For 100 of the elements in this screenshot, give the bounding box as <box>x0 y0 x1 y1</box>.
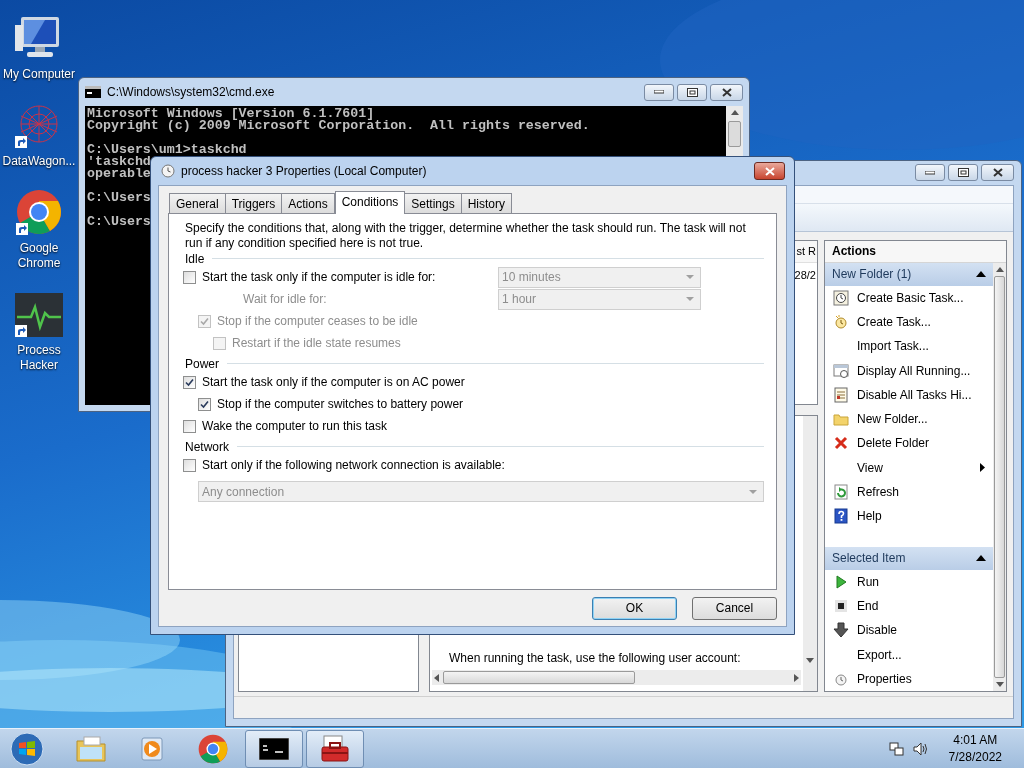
checkbox[interactable] <box>183 458 196 472</box>
horizontal-scrollbar[interactable] <box>432 670 801 685</box>
scroll-right-arrow-icon[interactable] <box>794 673 799 682</box>
taskbar-button[interactable] <box>306 729 364 768</box>
action-item[interactable]: Refresh <box>825 479 993 505</box>
tab[interactable]: Conditions <box>334 191 406 214</box>
group-header[interactable]: New Folder (1) <box>825 262 993 286</box>
action-item[interactable]: Import Task... <box>825 334 993 359</box>
folders-icon <box>75 734 107 763</box>
window-title: C:\Windows\system32\cmd.exe <box>107 84 276 101</box>
dialog-button[interactable]: OK <box>592 596 677 620</box>
play-icon <box>833 573 849 590</box>
close-icon <box>764 166 775 176</box>
scroll-down-arrow-icon[interactable] <box>806 658 814 663</box>
minimize-icon <box>654 90 664 94</box>
maximize-icon <box>957 168 969 178</box>
dropdown-arrow-icon <box>749 489 757 494</box>
console-line: Copyright (c) 2009 Microsoft Corporation. All rights reserved. <box>87 120 590 132</box>
checkbox-label: Stop if the computer ceases to be idle <box>217 313 418 330</box>
scroll-up-arrow-icon[interactable] <box>995 266 1004 272</box>
browser-icon <box>198 733 228 764</box>
toolbox-icon <box>320 734 350 763</box>
tab[interactable]: General <box>169 193 226 213</box>
folder-icon <box>833 411 849 428</box>
console-icon <box>85 86 101 98</box>
delete-icon <box>833 435 849 452</box>
dropdown-arrow-icon <box>686 297 694 301</box>
console-line: 'taskchd <box>87 156 151 168</box>
dialog-button[interactable]: Cancel <box>692 596 777 620</box>
action-item[interactable]: Create Task... <box>825 309 993 335</box>
close-icon <box>992 168 1003 178</box>
desktop-icon-label[interactable]: DataWagon... <box>0 154 78 169</box>
scroll-up-arrow-icon[interactable] <box>730 110 739 115</box>
down-arrow-icon <box>833 622 849 639</box>
action-item[interactable]: Export... <box>825 642 993 667</box>
tab[interactable]: Settings <box>404 193 462 213</box>
desktop-icon-label[interactable]: Process Hacker <box>0 343 78 373</box>
vertical-scrollbar[interactable] <box>803 415 817 691</box>
tab[interactable]: Triggers <box>224 193 283 213</box>
collapse-icon <box>976 555 986 561</box>
vertical-scrollbar[interactable] <box>993 262 1006 691</box>
group-header[interactable]: Selected Item <box>825 546 993 570</box>
refresh-icon <box>833 484 849 501</box>
checkbox[interactable] <box>183 419 196 433</box>
console-line: Microsoft Windows [Version 6.1.7601] <box>87 108 375 120</box>
action-item[interactable]: Create Basic Task... <box>825 285 993 310</box>
media-player-icon <box>138 734 166 763</box>
close-button[interactable] <box>710 83 743 101</box>
checkbox[interactable] <box>183 270 196 284</box>
checkbox-label: Start only if the following network connection is available: <box>202 457 505 474</box>
scroll-left-arrow-icon[interactable] <box>434 673 439 682</box>
action-item[interactable]: Disable All Tasks Hi... <box>825 382 993 408</box>
close-button[interactable] <box>981 164 1014 182</box>
desktop-icon-label[interactable]: My Computer <box>0 67 78 82</box>
dialog-title: process hacker 3 Properties (Local Computer) <box>181 163 428 180</box>
console-line: C:\Users <box>87 216 151 228</box>
dropdown-arrow-icon <box>686 275 694 279</box>
action-item[interactable]: Help <box>825 504 993 529</box>
maximize-icon <box>686 87 698 97</box>
section-title: Idle <box>185 250 205 268</box>
section-title: Power <box>185 355 219 373</box>
action-item[interactable]: End <box>825 593 993 619</box>
action-item[interactable]: New Folder... <box>825 407 993 432</box>
scroll-down-arrow-icon[interactable] <box>995 682 1004 687</box>
speaker-icon[interactable] <box>912 740 929 757</box>
heartbeat-monitor-icon <box>15 293 63 337</box>
column-header[interactable]: st R <box>796 242 816 260</box>
action-item[interactable]: Run <box>825 569 993 594</box>
stop-icon <box>833 597 849 614</box>
checkbox-label: Restart if the idle state resumes <box>232 335 401 352</box>
console-icon <box>259 737 289 760</box>
tab[interactable]: History <box>460 193 513 213</box>
clock-icon <box>161 164 175 178</box>
maximize-button[interactable] <box>948 164 978 182</box>
windows-logo-icon <box>10 731 44 766</box>
checkbox-label: Wake the computer to run this task <box>202 418 387 435</box>
action-item[interactable]: Display All Running... <box>825 358 993 383</box>
checkbox-label: Stop if the computer switches to battery power <box>217 396 464 413</box>
start-button[interactable] <box>7 729 47 768</box>
network-icon[interactable] <box>888 740 905 757</box>
action-item[interactable]: Properties <box>825 666 993 691</box>
minimize-icon <box>925 170 935 175</box>
taskbar-button[interactable] <box>245 729 303 768</box>
clock-page-icon <box>833 289 849 306</box>
checkbox-label: Start the task only if the computer is idle for: <box>202 269 436 286</box>
action-item[interactable]: Delete Folder <box>825 431 993 456</box>
close-icon <box>721 87 732 97</box>
action-item[interactable]: Disable <box>825 618 993 643</box>
checkbox[interactable] <box>183 375 196 389</box>
clock[interactable]: 4:01 AM 7/28/2022 <box>948 731 1002 766</box>
checkbox[interactable] <box>198 397 211 411</box>
table-cell-text: 28/2 <box>794 267 817 283</box>
action-item[interactable]: View <box>825 455 993 480</box>
console-line: C:\Users\um1>taskchd <box>87 144 247 156</box>
help-icon <box>833 508 849 525</box>
maximize-button[interactable] <box>677 83 707 101</box>
close-button[interactable] <box>754 162 785 180</box>
desktop-icon-label[interactable]: Google Chrome <box>0 241 78 271</box>
tab[interactable]: Actions <box>281 193 335 213</box>
pane-title: Actions <box>825 240 1006 263</box>
